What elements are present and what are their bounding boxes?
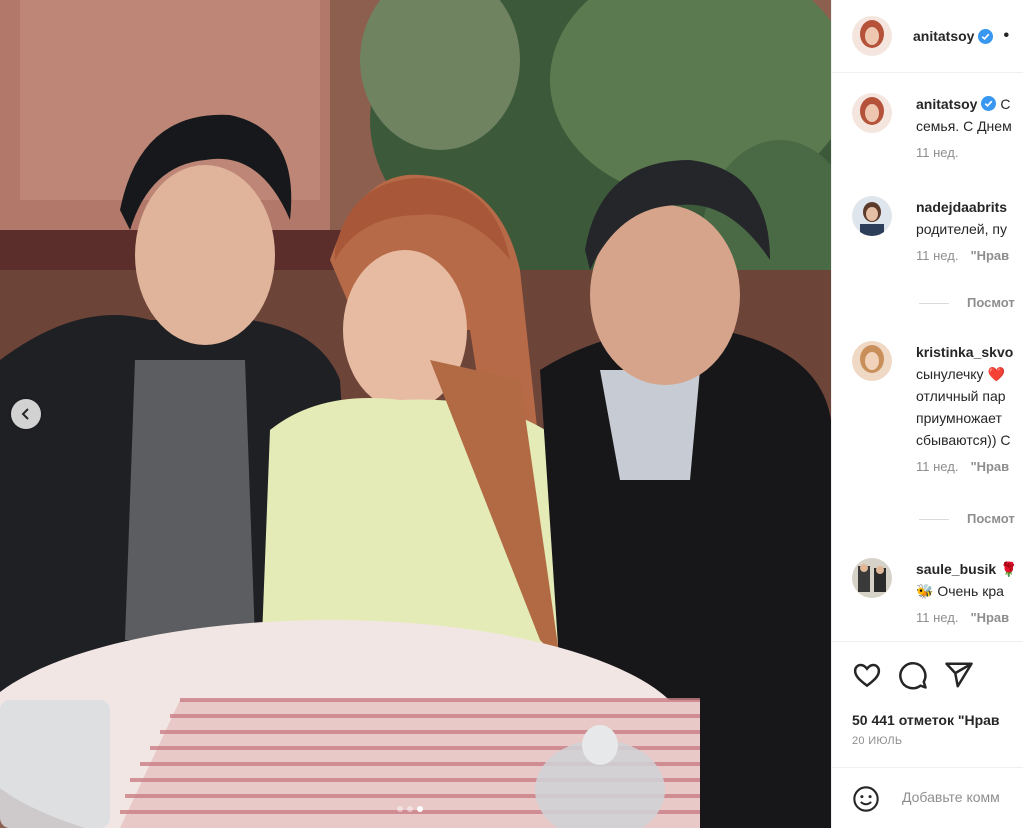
comment-likes-link[interactable]: "Нрав <box>970 248 1009 263</box>
comments-list: anitatsoy С семья. С Днем 11 нед. nadejd… <box>832 73 1023 641</box>
comment-text: сбываются)) С <box>916 432 1011 448</box>
add-comment-bar: Добавьте комм <box>832 767 1023 828</box>
post-author-username[interactable]: anitatsoy <box>913 28 974 44</box>
avatar-image <box>852 341 892 381</box>
verified-badge-icon <box>981 96 997 111</box>
post-side-panel: anitatsoy • anitatsoy С семья. С Днем 11… <box>831 0 1023 828</box>
avatar[interactable] <box>852 341 892 381</box>
avatar[interactable] <box>852 558 892 598</box>
avatar-image <box>852 16 892 56</box>
comment-time[interactable]: 11 нед. <box>916 459 958 474</box>
comment-username[interactable]: kristinka_skvo <box>916 344 1013 360</box>
avatar[interactable] <box>852 16 892 56</box>
comment-input[interactable]: Добавьте комм <box>902 789 1000 805</box>
comment-username[interactable]: saule_busik <box>916 561 996 577</box>
avatar[interactable] <box>852 196 892 236</box>
verified-badge-icon <box>978 28 994 44</box>
comment-time[interactable]: 11 нед. <box>916 248 958 263</box>
photo-image <box>0 0 831 828</box>
view-replies-button[interactable]: Посмот <box>919 295 1015 310</box>
caption-username[interactable]: anitatsoy <box>916 96 977 112</box>
header-dot-separator: • <box>1003 27 1010 44</box>
post-date[interactable]: 20 ИЮЛЬ <box>852 735 902 747</box>
heart-icon[interactable] <box>852 660 882 690</box>
caption-text-line1: С <box>1000 96 1011 112</box>
view-replies-button[interactable]: Посмот <box>919 511 1015 526</box>
carousel-indicator <box>397 806 423 812</box>
carousel-prev-button[interactable] <box>11 399 41 429</box>
comment-text: 🐝 Очень кра <box>916 583 1004 599</box>
post-actions: 50 441 отметок "Нрав 20 ИЮЛЬ <box>832 641 1023 762</box>
avatar-image <box>852 196 892 236</box>
avatar-image <box>852 93 892 133</box>
rose-emoji-icon: 🌹 <box>1000 561 1018 577</box>
share-icon[interactable] <box>944 660 974 690</box>
post-photo[interactable] <box>0 0 831 828</box>
carousel-dot <box>397 806 403 812</box>
carousel-dot <box>407 806 413 812</box>
comment-time[interactable]: 11 нед. <box>916 610 958 625</box>
comment-text: приумножает <box>916 410 1002 426</box>
avatar[interactable] <box>852 93 892 133</box>
comment-likes-link[interactable]: "Нрав <box>970 610 1009 625</box>
emoji-icon[interactable] <box>852 785 880 813</box>
chevron-left-icon <box>21 408 29 420</box>
comment-icon[interactable] <box>898 660 928 690</box>
likes-count[interactable]: 50 441 отметок "Нрав <box>852 712 1000 728</box>
carousel-dot-active <box>417 806 423 812</box>
caption-body: anitatsoy С семья. С Днем 11 нед. <box>916 93 1023 164</box>
caption-text-line2: семья. С Днем <box>916 118 1012 134</box>
comment-text: сынулечку ❤️ <box>916 366 1005 382</box>
comment-likes-link[interactable]: "Нрав <box>970 459 1009 474</box>
comment-username[interactable]: nadejdaabrits <box>916 199 1007 215</box>
post-header: anitatsoy • <box>832 0 1023 73</box>
avatar-image <box>852 558 892 598</box>
caption-time[interactable]: 11 нед. <box>916 145 958 160</box>
comment-text: родителей, пу <box>916 221 1007 237</box>
comment-text: отличный пар <box>916 388 1006 404</box>
